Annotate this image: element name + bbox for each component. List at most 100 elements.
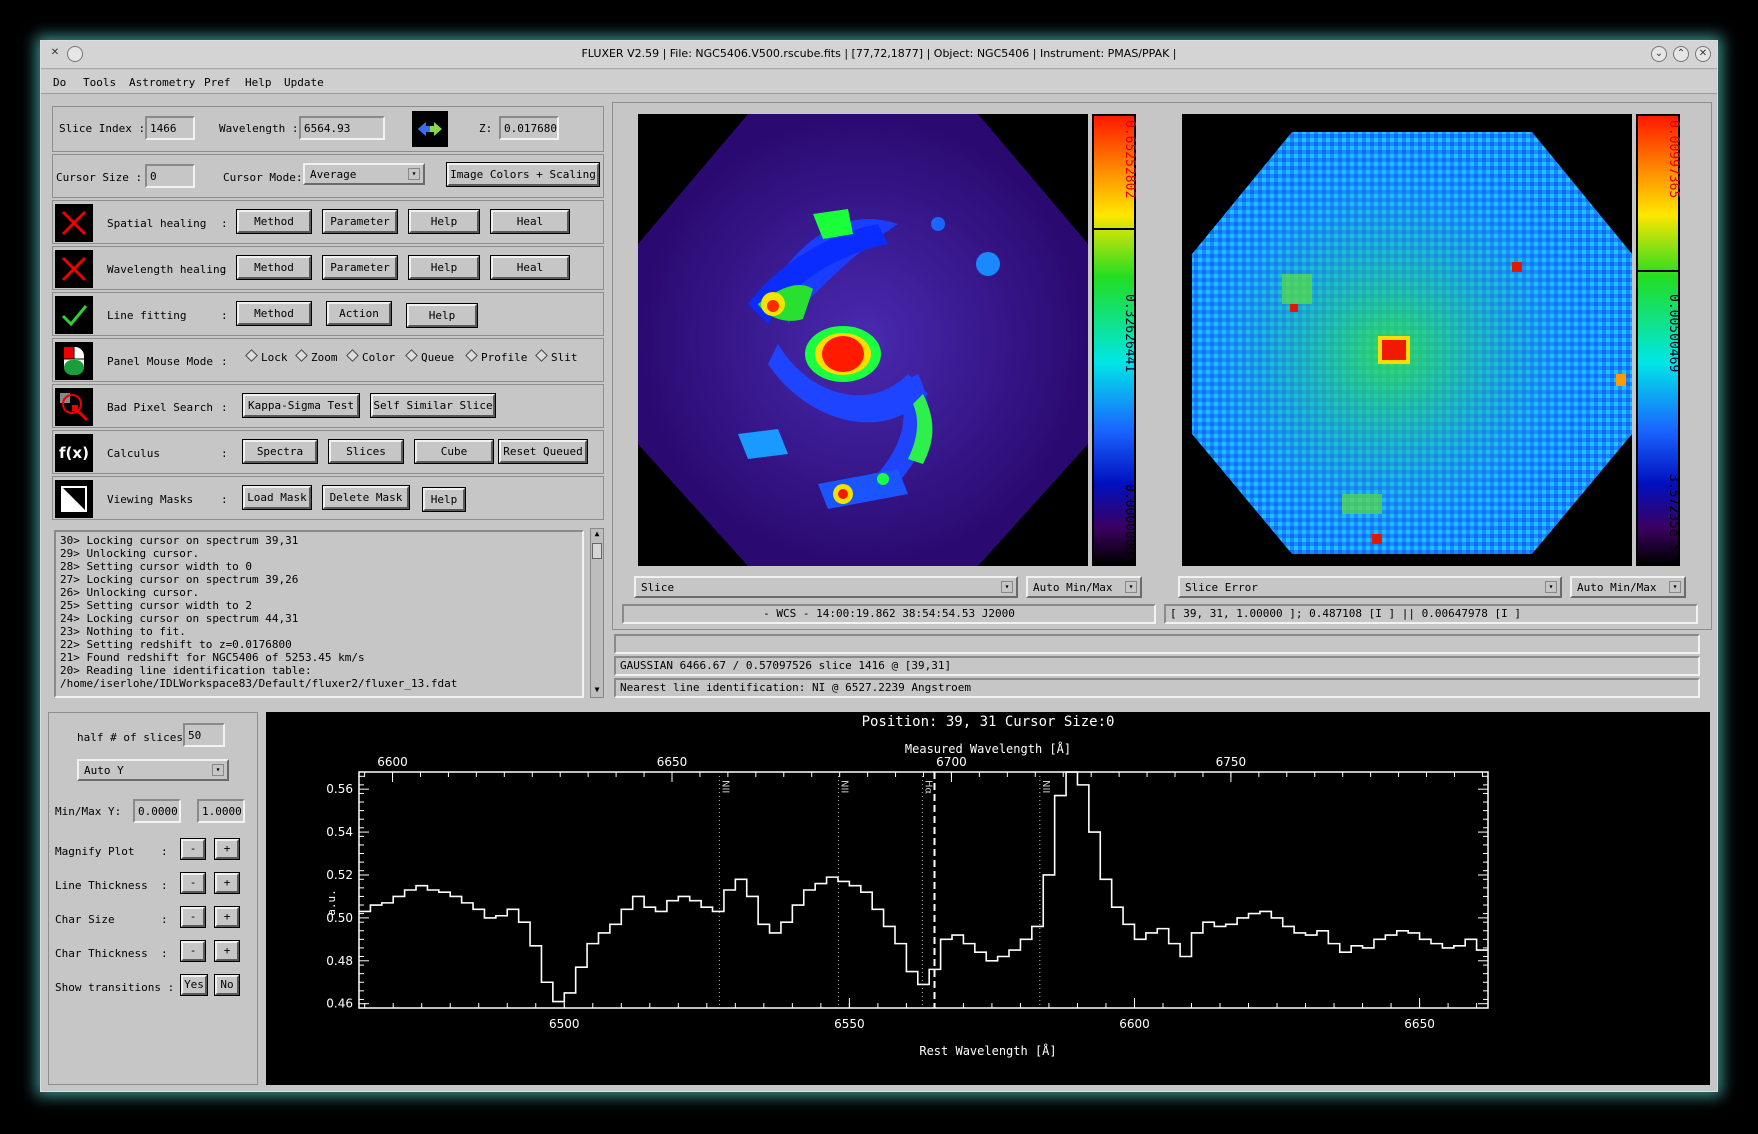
scroll-up-icon[interactable]: ▲ (592, 529, 602, 541)
spatial-method-button[interactable]: Method (237, 210, 311, 233)
x2-tick-label: 6650 (657, 755, 688, 769)
colorbar-right: 0.00997365 0.00500469 3.57235e-5 (1636, 114, 1681, 566)
wavelength-method-button[interactable]: Method (237, 256, 311, 279)
fit-action-button[interactable]: Action (327, 302, 391, 325)
load-mask-button[interactable]: Load Mask (243, 486, 311, 509)
log-line: 25> Setting cursor width to 2 (60, 599, 253, 612)
self-similar-button[interactable]: Self Similar Slice (371, 394, 495, 417)
minmax-label: Min/Max Y: (55, 805, 122, 818)
cursor-size-field[interactable]: 0 (145, 164, 195, 188)
right-scaling-select[interactable]: Auto Min/Max ▾ (1570, 576, 1686, 598)
radio-zoom[interactable]: Zoom (297, 351, 338, 364)
y-mode-select[interactable]: Auto Y ▾ (77, 759, 229, 781)
line-thickness-plus-button[interactable]: + (215, 873, 239, 893)
wavelength-label: Wavelength : (219, 122, 299, 135)
slice-index-field[interactable]: 1466 (145, 116, 195, 140)
char-size-colon: : (161, 913, 168, 926)
row-wavelength-healing: Wavelength healing : Method Parameter He… (52, 246, 604, 290)
log-console[interactable]: 30> Locking cursor on spectrum 39,31 29>… (54, 530, 584, 698)
menu-astrometry[interactable]: Astrometry (129, 76, 195, 89)
row-label: Bad Pixel Search (107, 401, 213, 414)
maximize-icon[interactable]: ⌃ (1673, 46, 1689, 62)
spectra-button[interactable]: Spectra (243, 440, 317, 463)
left-scaling-select[interactable]: Auto Min/Max ▾ (1026, 576, 1142, 598)
spatial-help-button[interactable]: Help (409, 210, 479, 233)
spatial-heal-button[interactable]: Heal (491, 210, 569, 233)
half-slices-field[interactable]: 50 (183, 723, 225, 747)
radio-lock[interactable]: Lock (247, 351, 288, 364)
kappa-sigma-button[interactable]: Kappa-Sigma Test (243, 394, 359, 417)
image-colors-button[interactable]: Image Colors + Scaling (447, 163, 599, 186)
row-bad-pixel-search: Bad Pixel Search : Kappa-Sigma Test Self… (52, 384, 604, 428)
right-image-select[interactable]: Slice Error ▾ (1178, 576, 1562, 598)
cube-button[interactable]: Cube (415, 440, 493, 463)
transitions-yes-button[interactable]: Yes (181, 975, 207, 995)
row-colon: : (221, 355, 228, 368)
transition-label: NII (719, 780, 730, 793)
delete-mask-button[interactable]: Delete Mask (323, 486, 409, 509)
row-label: Wavelength healing (107, 263, 227, 276)
title-bar: ✕ FLUXER V2.59 | File: NGC5406.V500.rscu… (41, 41, 1717, 69)
magnify-minus-button[interactable]: - (181, 839, 205, 859)
slice-panel: Slice Index : 1466 Wavelength : 6564.93 … (52, 106, 604, 152)
cross-icon (55, 250, 93, 288)
wavelength-heal-button[interactable]: Heal (491, 256, 569, 279)
menu-help[interactable]: Help (245, 76, 272, 89)
transition-label: NII (1040, 780, 1051, 793)
left-image-select[interactable]: Slice ▾ (634, 576, 1018, 598)
chevron-down-icon: ▾ (1001, 581, 1013, 593)
spectrum-plot[interactable]: Position: 39, 31 Cursor Size:0 Measured … (266, 712, 1710, 1085)
log-line: 22> Setting redshift to z=0.0176800 (60, 638, 292, 651)
slices-button[interactable]: Slices (329, 440, 403, 463)
magnifier-icon (55, 388, 93, 426)
slice-error-image[interactable] (1182, 114, 1632, 566)
z-field[interactable]: 0.017680 (499, 116, 559, 140)
char-size-plus-button[interactable]: + (215, 907, 239, 927)
ymin-field[interactable]: 0.0000 (133, 799, 181, 823)
wavelength-field[interactable]: 6564.93 (299, 116, 385, 140)
menu-do[interactable]: Do (53, 76, 66, 89)
magnify-plus-button[interactable]: + (215, 839, 239, 859)
char-thickness-minus-button[interactable]: - (181, 941, 205, 961)
cursor-panel: Cursor Size : 0 Cursor Mode: Average ▾ Im… (52, 154, 604, 198)
char-size-label: Char Size (55, 913, 115, 926)
left-coord-readout: - WCS - 14:00:19.862 38:54:54.53 J2000 (622, 604, 1156, 624)
radio-profile[interactable]: Profile (467, 351, 527, 364)
log-scrollbar[interactable]: ▲ ▼ (590, 528, 604, 698)
minimize-icon[interactable]: ⌄ (1651, 46, 1667, 62)
reset-queued-button[interactable]: Reset Queued (499, 440, 587, 463)
row-colon: : (221, 309, 228, 322)
ymax-field[interactable]: 1.0000 (197, 799, 245, 823)
transitions-no-button[interactable]: No (215, 975, 239, 995)
chevron-down-icon: ▾ (1545, 581, 1557, 593)
spectrum-series (359, 771, 1488, 1003)
fit-method-button[interactable]: Method (237, 302, 311, 325)
colorbar-right-min: 3.57235e-5 (1666, 474, 1681, 553)
wavelength-help-button[interactable]: Help (409, 256, 479, 279)
row-label: Calculus (107, 447, 160, 460)
colorbar-left-max: 0.65252802 (1122, 120, 1137, 199)
char-size-minus-button[interactable]: - (181, 907, 205, 927)
line-thickness-minus-button[interactable]: - (181, 873, 205, 893)
wavelength-parameter-button[interactable]: Parameter (323, 256, 397, 279)
char-thickness-plus-button[interactable]: + (215, 941, 239, 961)
menu-update[interactable]: Update (284, 76, 324, 89)
slice-image[interactable] (638, 114, 1088, 566)
right-scaling-value: Auto Min/Max (1577, 581, 1657, 594)
menu-tools[interactable]: Tools (83, 76, 116, 89)
cursor-mode-select[interactable]: Average ▾ (303, 163, 425, 185)
scroll-down-icon[interactable]: ▼ (592, 685, 602, 697)
spatial-parameter-button[interactable]: Parameter (323, 210, 397, 233)
fit-help-button[interactable]: Help (407, 304, 477, 327)
radio-slit[interactable]: Slit (537, 351, 578, 364)
radio-color[interactable]: Color (348, 351, 395, 364)
status-line-1 (614, 634, 1700, 654)
mask-help-button[interactable]: Help (423, 488, 465, 511)
close-icon[interactable]: ✕ (1695, 46, 1711, 62)
chevron-down-icon: ▾ (212, 764, 224, 776)
scroll-thumb[interactable] (592, 543, 602, 559)
arrows-icon[interactable] (412, 111, 448, 147)
colorbar-left-mid: 0.32626441 (1122, 294, 1137, 373)
radio-queue[interactable]: Queue (407, 351, 454, 364)
menu-pref[interactable]: Pref (204, 76, 231, 89)
